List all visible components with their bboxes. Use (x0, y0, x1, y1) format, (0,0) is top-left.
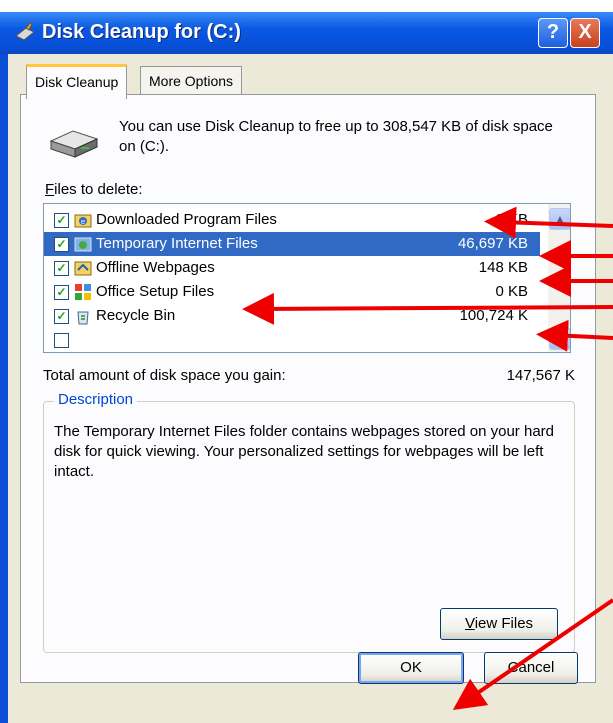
list-item[interactable]: ✓ Office Setup Files 0 KB (44, 280, 540, 304)
file-size: 148 KB (478, 259, 528, 276)
checkbox[interactable]: ✓ (54, 285, 69, 300)
description-legend: Description (54, 391, 138, 408)
total-space-label: Total amount of disk space you gain: (43, 367, 286, 384)
vertical-scrollbar[interactable]: ▲ ▼ (548, 204, 570, 352)
checkbox[interactable] (54, 333, 69, 348)
list-item-partial[interactable] (44, 328, 540, 352)
files-list[interactable]: ✓ e Downloaded Program Files 0 KB ✓ Temp… (43, 203, 571, 353)
scroll-down-icon[interactable]: ▼ (549, 328, 570, 350)
checkbox[interactable]: ✓ (54, 261, 69, 276)
checkbox[interactable]: ✓ (54, 237, 69, 252)
view-files-mnemonic: V (464, 615, 475, 632)
svg-text:e: e (81, 218, 85, 226)
file-name: Offline Webpages (96, 259, 215, 276)
list-item[interactable]: ✓ e Downloaded Program Files 0 KB (44, 208, 540, 232)
description-group: Description The Temporary Internet Files… (43, 391, 575, 653)
help-button[interactable]: ? (538, 18, 568, 48)
dialog-body: Disk Cleanup More Options You can use Di… (8, 54, 613, 723)
list-item[interactable]: ✓ Recycle Bin 100,724 K (44, 304, 540, 328)
cancel-button[interactable]: Cancel (484, 652, 578, 684)
tab-more-options[interactable]: More Options (140, 66, 243, 95)
file-size: 46,697 KB (457, 235, 528, 252)
top-strip (0, 0, 613, 12)
files-to-delete-label: Files to delete: (45, 181, 143, 198)
file-size: 100,724 K (459, 307, 528, 324)
checkbox[interactable]: ✓ (54, 213, 69, 228)
list-item-selected[interactable]: ✓ Temporary Internet Files 46,697 KB (44, 232, 540, 256)
files-label-rest: iles to delete: (54, 181, 143, 198)
view-files-button[interactable]: View Files (440, 608, 558, 640)
file-name: Office Setup Files (96, 283, 215, 300)
scroll-up-icon[interactable]: ▲ (549, 208, 570, 230)
disk-cleanup-tab-panel: You can use Disk Cleanup to free up to 3… (20, 94, 596, 683)
ie-globe-icon (74, 237, 92, 252)
checkbox[interactable]: ✓ (54, 309, 69, 324)
offline-pages-icon (74, 261, 92, 276)
window-title: Disk Cleanup for (C:) (42, 21, 241, 43)
file-size: 0 KB (495, 211, 528, 228)
close-button[interactable]: X (570, 18, 600, 48)
total-space-value: 147,567 K (506, 367, 575, 384)
office-icon (75, 284, 91, 300)
file-name: Temporary Internet Files (96, 235, 258, 252)
files-label-mnemonic: F (45, 181, 55, 198)
tab-disk-cleanup[interactable]: Disk Cleanup (26, 64, 128, 99)
intro-text: You can use Disk Cleanup to free up to 3… (119, 118, 553, 155)
view-files-label: iew Files (474, 615, 534, 632)
list-item[interactable]: ✓ Offline Webpages 148 KB (44, 256, 540, 280)
description-text: The Temporary Internet Files folder cont… (54, 423, 554, 480)
title-bar[interactable]: Disk Cleanup for (C:) ? X (0, 12, 613, 54)
disk-cleanup-icon (15, 22, 35, 41)
file-size: 0 KB (495, 283, 528, 300)
ok-button[interactable]: OK (358, 652, 464, 684)
file-name: Downloaded Program Files (96, 211, 277, 228)
hard-drive-icon (49, 130, 99, 158)
file-name: Recycle Bin (96, 307, 176, 324)
recycle-bin-icon (77, 311, 89, 325)
ie-folder-icon: e (74, 214, 92, 228)
